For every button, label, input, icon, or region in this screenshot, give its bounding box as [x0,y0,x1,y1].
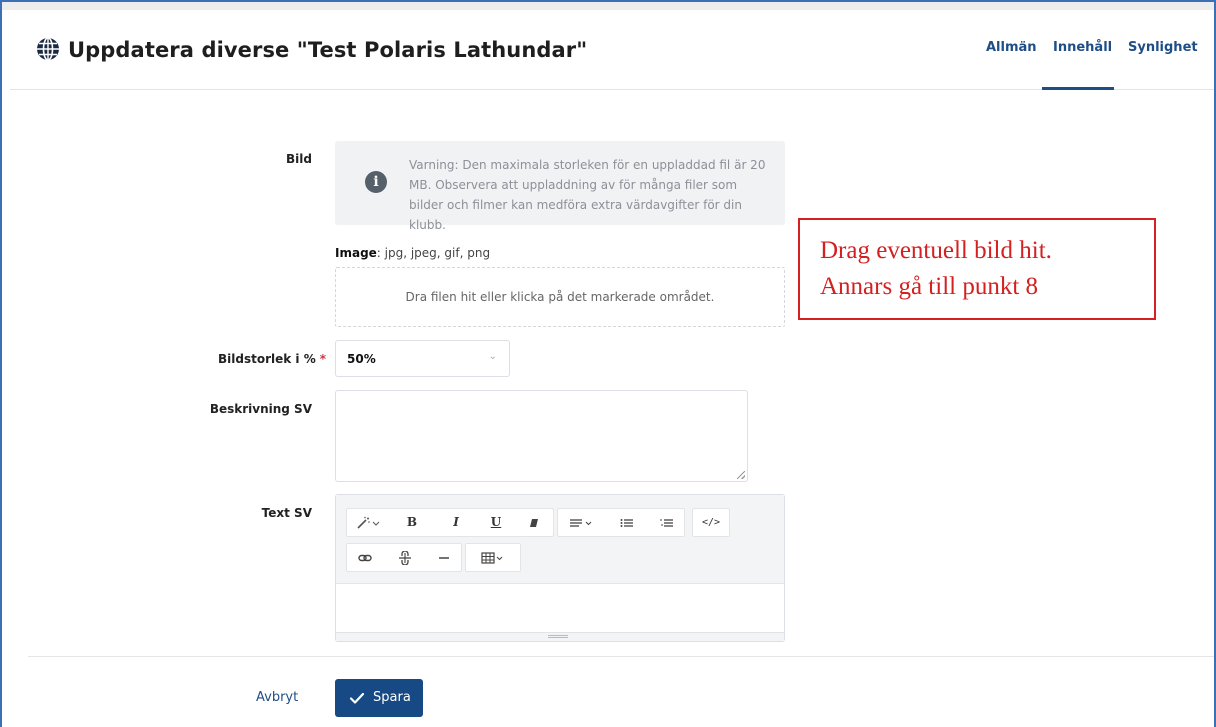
align-icon[interactable] [558,509,604,536]
annotation-callout: Drag eventuell bild hit. Annars gå till … [798,218,1156,320]
annotation-line-2: Annars gå till punkt 8 [820,273,1039,300]
active-tab-indicator [1042,87,1114,90]
save-button[interactable]: Spara [335,679,423,717]
eraser-icon[interactable] [519,509,549,536]
tab-synlighet[interactable]: Synlighet [1128,40,1198,55]
footer-divider [28,656,1214,657]
rich-text-editor: B I U </> [335,494,785,642]
size-label-text: Bildstorlek i % [217,352,316,366]
size-select[interactable]: 50% ⌄ [335,340,510,377]
code-view-icon[interactable]: </> [693,509,729,536]
image-types: Image: jpg, jpeg, gif, png [335,246,490,260]
grip-icon [548,635,568,638]
file-dropzone[interactable]: Dra filen hit eller klicka på det marker… [335,267,785,327]
unlink-icon[interactable] [387,544,423,571]
info-icon: i [365,171,387,193]
link-icon[interactable] [347,544,383,571]
tab-allman[interactable]: Allmän [986,40,1037,55]
table-group [465,543,521,572]
resize-handle[interactable] [737,471,745,479]
paragraph-group [557,508,685,537]
save-label: Spara [373,690,411,705]
tab-innehall[interactable]: Innehåll [1053,40,1112,55]
bold-icon[interactable]: B [397,509,427,536]
underline-icon[interactable]: U [481,509,511,536]
globe-icon [37,37,59,61]
page-title: Uppdatera diverse "Test Polaris Lathunda… [68,38,588,62]
description-label: Beskrivning SV [209,402,312,416]
italic-icon[interactable]: I [441,509,471,536]
check-icon [349,692,365,704]
cancel-button[interactable]: Avbryt [256,690,298,705]
upload-warning: i Varning: Den maximala storleken för en… [335,141,785,232]
chevron-down-icon: ⌄ [488,351,497,362]
warning-text: Varning: Den maximala storleken för en u… [409,158,766,232]
editor-resize-bar[interactable] [336,632,784,641]
annotation-line-1: Drag eventuell bild hit. [820,237,1052,264]
editor-content[interactable] [336,584,784,632]
page: Uppdatera diverse "Test Polaris Lathunda… [10,10,1214,727]
code-group: </> [692,508,730,537]
text-label: Text SV [261,506,312,520]
style-group: B I U [346,508,554,537]
top-strip [2,2,1214,10]
size-label: Bildstorlek i % * [218,352,326,366]
bild-label: Bild [286,152,312,166]
unordered-list-icon[interactable] [612,509,642,536]
required-marker: * [319,352,326,366]
ordered-list-icon[interactable] [652,509,682,536]
magic-wand-icon[interactable] [347,509,389,536]
image-types-label: Image [335,246,377,260]
horizontal-rule-icon[interactable] [427,544,461,571]
page-header: Uppdatera diverse "Test Polaris Lathunda… [10,10,1214,90]
table-icon[interactable] [466,544,520,571]
size-select-value: 50% [347,352,376,366]
editor-toolbar: B I U </> [336,495,784,584]
description-textarea[interactable] [335,390,748,482]
tab-bar: Allmän Innehåll Synlighet [986,40,1198,90]
image-types-list: : jpg, jpeg, gif, png [376,246,491,260]
insert-group [346,543,462,572]
